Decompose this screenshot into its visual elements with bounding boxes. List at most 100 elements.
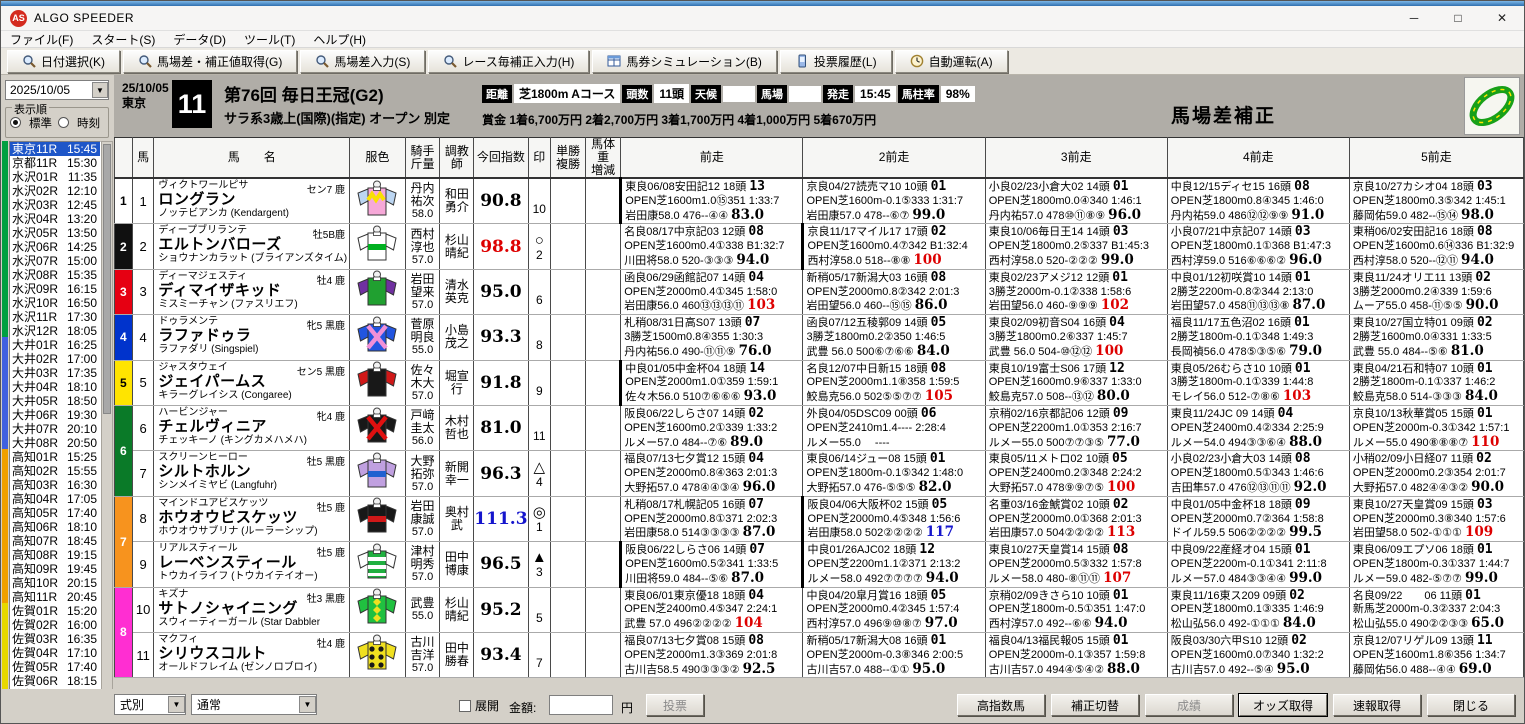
vote-button[interactable]: 投票: [646, 694, 704, 716]
race-list-item[interactable]: 高知05R 17:40: [10, 506, 100, 520]
past-run-cell: 東良04/21石和特07 10頭 01 2勝芝1800m-0.1①337 1:46…: [1348, 359, 1524, 406]
past-run-cell: 福良11/17五色沼02 16頭 01 2勝芝1800m-0.1①348 1:49…: [1166, 314, 1350, 361]
horse-row[interactable]: 3 3 ディーマジェスティ 牡4 鹿ディマイザキッド ミスミーチャン (ファスリエフ) 岩…: [114, 268, 1524, 316]
past-run-cell: 東良02/23アメジ12 12頭 01 3勝芝2000m-0.1②338 1:58…: [984, 268, 1168, 316]
horse-row[interactable]: 7 スクリーンヒーロー 牡5 黒鹿 シルトホルン シンメイミヤビ (Langfuhr) 大…: [115, 450, 1524, 497]
race-list-item[interactable]: 高知03R 16:30: [10, 478, 100, 492]
race-list-item[interactable]: 高知01R 15:25: [10, 450, 100, 464]
bet-type-value: 式別: [120, 698, 145, 712]
race-list-item[interactable]: 大井04R 18:10: [10, 380, 100, 394]
date-select[interactable]: 2025/10/05 ▼: [5, 80, 109, 100]
bottom-button[interactable]: オッズ取得: [1238, 693, 1328, 717]
jockey-cell: 津村明秀 57.0: [404, 541, 441, 588]
minimize-button[interactable]: ─: [1392, 6, 1436, 30]
race-list-item[interactable]: 大井06R 19:30: [10, 408, 100, 422]
chevron-down-icon[interactable]: ▼: [168, 696, 185, 713]
race-list-item[interactable]: 水沢01R 11:35: [10, 170, 100, 184]
menu-item[interactable]: ファイル(F): [1, 31, 82, 48]
race-list-item[interactable]: 大井01R 16:25: [10, 338, 100, 352]
info-chip-label: 発走: [823, 84, 854, 103]
horse-row[interactable]: 2 2 ディープブリランテ 牡5B鹿 エルトンバローズ ショウナンカラット (ブライアンズ…: [114, 223, 1524, 270]
race-list-item[interactable]: 佐賀04R 17:10: [10, 646, 100, 660]
toolbar-button[interactable]: 馬場差・補正値取得(G): [123, 49, 298, 73]
race-list-item[interactable]: 佐賀05R 17:40: [10, 660, 100, 674]
race-list-item[interactable]: 高知08R 19:15: [10, 548, 100, 562]
race-list-item[interactable]: 水沢08R 15:35: [10, 268, 100, 282]
race-list-item[interactable]: 高知07R 18:45: [10, 534, 100, 548]
past-run-cell: 東良06/01東京優18 18頭 04 OPEN芝2400m0.4⑤347 2:2…: [620, 586, 804, 633]
jockey-cell: 菅原明良 55.0: [404, 314, 441, 361]
race-list-item[interactable]: 佐賀01R 15:20: [10, 604, 100, 618]
toolbar-button[interactable]: 日付選択(K): [7, 49, 120, 73]
race-list-item[interactable]: 高知11R 20:45: [10, 590, 100, 604]
maximize-button[interactable]: □: [1436, 6, 1480, 30]
bottom-button[interactable]: 閉じる: [1427, 694, 1515, 716]
race-list-item[interactable]: 水沢03R 12:45: [10, 198, 100, 212]
amount-input[interactable]: [549, 695, 613, 715]
race-list-item[interactable]: 水沢02R 12:10: [10, 184, 100, 198]
past-run-cell: 福良04/13福民報05 15頭 01 OPEN芝2000m-0.1③357 1:…: [984, 631, 1168, 679]
bottom-button[interactable]: 速報取得: [1333, 694, 1421, 716]
race-list-item[interactable]: 大井07R 20:10: [10, 422, 100, 436]
race-list-item[interactable]: 高知09R 19:45: [10, 562, 100, 576]
horse-row[interactable]: 1 1 ヴィクトワールピサ セン7 鹿ロングラン ノッテビアンカ (Kendargent…: [114, 177, 1524, 225]
bottom-button[interactable]: 補正切替: [1051, 694, 1139, 716]
horse-row[interactable]: 8 10 キズナ 牡3 黒鹿 サトノシャイニング スウィーティーガール (Star Dab…: [114, 586, 1524, 679]
horse-row[interactable]: 7 8 マインドユアビスケッツ 牡5 鹿ホウオウビスケッツ ホウオウサブリナ (ルーラー…: [114, 495, 1524, 588]
race-list-item[interactable]: 大井08R 20:50: [10, 436, 100, 450]
race-list-item[interactable]: 水沢04R 13:20: [10, 212, 100, 226]
bottom-button[interactable]: 成績: [1145, 694, 1233, 716]
column-header: 単勝 複勝: [550, 137, 587, 179]
race-list-item[interactable]: 水沢05R 13:50: [10, 226, 100, 240]
race-list-item[interactable]: 水沢12R 18:05: [10, 324, 100, 338]
toolbar-button[interactable]: 投票履歴(L): [779, 49, 892, 73]
race-list-item[interactable]: 水沢11R 17:30: [10, 310, 100, 324]
expand-checkbox[interactable]: [459, 699, 471, 712]
race-list-item[interactable]: 水沢07R 15:00: [10, 254, 100, 268]
menu-item[interactable]: データ(D): [164, 31, 235, 48]
toolbar-button[interactable]: 自動運転(A): [894, 49, 1008, 73]
menu-item[interactable]: スタート(S): [82, 31, 164, 48]
race-list-item[interactable]: 佐賀02R 16:00: [10, 618, 100, 632]
menu-item[interactable]: ヘルプ(H): [304, 31, 375, 48]
silks-icon: [349, 541, 406, 588]
radio-time[interactable]: [58, 117, 69, 128]
race-list-scrollbar[interactable]: [101, 141, 113, 715]
race-list-item[interactable]: 大井05R 18:50: [10, 394, 100, 408]
menu-item[interactable]: ツール(T): [235, 31, 304, 48]
horse-row[interactable]: 9 リアルスティール 牡5 鹿レーベンスティール トウカイライフ (トウカイテイオー)…: [115, 541, 1524, 588]
horse-row[interactable]: 5 5 ジャスタウェイ セン5 黒鹿 ジェイパームス キラーグレイシス (Congaree…: [114, 359, 1524, 406]
close-button[interactable]: ✕: [1480, 6, 1524, 30]
race-list-item[interactable]: 東京11R 15:45: [10, 142, 100, 156]
toolbar-button[interactable]: 馬場差入力(S): [300, 49, 426, 73]
horse-row[interactable]: 4 4 ドゥラメンテ 牝5 黒鹿 ラファドゥラ ラファダリ (Singspiel) 菅原明良…: [114, 314, 1524, 361]
mark-cell: 9: [527, 359, 552, 406]
race-list-item[interactable]: 大井03R 17:35: [10, 366, 100, 380]
race-list-item[interactable]: 高知02R 15:55: [10, 464, 100, 478]
bottom-button[interactable]: 高指数馬: [957, 694, 1045, 716]
chevron-down-icon[interactable]: ▼: [299, 696, 316, 713]
race-list-item[interactable]: 佐賀06R 18:15: [10, 674, 100, 688]
title-bar: AS ALGO SPEEDER ─ □ ✕: [1, 6, 1524, 31]
race-list-item[interactable]: 京都11R 15:30: [10, 156, 100, 170]
race-list-item[interactable]: 水沢09R 16:15: [10, 282, 100, 296]
past-run-cell: 中良04/20皐月賞16 18頭 05 OPEN芝2000m0.4②345 1:5…: [802, 586, 986, 633]
toolbar-button[interactable]: レース毎補正入力(H): [428, 49, 590, 73]
horse-row[interactable]: 11 マクフィ 牡4 鹿シリウスコルト オールドフレイム (ゼンノロブロイ) 古川吉洋 5…: [115, 631, 1524, 679]
race-list-item[interactable]: 大井02R 17:00: [10, 352, 100, 366]
race-list-item[interactable]: 水沢10R 16:50: [10, 296, 100, 310]
horse-row[interactable]: 6 6 ハービンジャー 牝4 鹿チェルヴィニア チェッキーノ (キングカメハメハ) 戸﨑圭…: [114, 404, 1524, 497]
mark-cell: 11: [527, 404, 552, 452]
race-list-item[interactable]: 高知10R 20:15: [10, 576, 100, 590]
bet-type-select[interactable]: 式別 ▼: [114, 694, 186, 715]
toolbar-button[interactable]: 馬券シミュレーション(B): [592, 49, 777, 73]
past-run-cell: 名重03/16金鯱賞02 10頭 02 OPEN芝2000m0.0①368 2:0…: [984, 495, 1168, 543]
race-list-item[interactable]: 佐賀03R 16:35: [10, 632, 100, 646]
race-list-item[interactable]: 水沢06R 14:25: [10, 240, 100, 254]
race-list-item[interactable]: 高知06R 18:10: [10, 520, 100, 534]
radio-standard[interactable]: [10, 117, 21, 128]
chevron-down-icon[interactable]: ▼: [92, 82, 108, 98]
race-list-item[interactable]: 高知04R 17:05: [10, 492, 100, 506]
correction-mode-label: 馬場差補正: [1170, 106, 1276, 127]
bet-mode-select[interactable]: 通常 ▼: [191, 694, 317, 715]
